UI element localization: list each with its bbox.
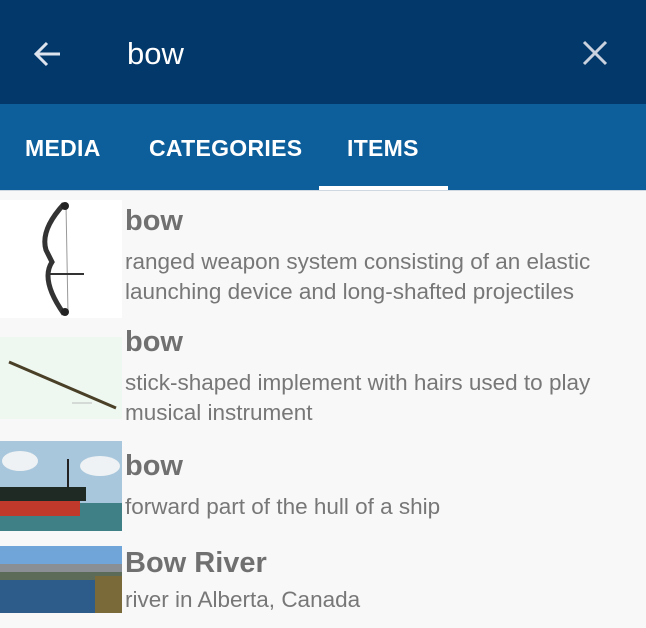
river-thumbnail bbox=[0, 546, 122, 613]
result-title: bow bbox=[125, 450, 183, 482]
search-input[interactable]: bow bbox=[127, 34, 184, 74]
ship-thumbnail bbox=[0, 441, 122, 531]
result-title: bow bbox=[125, 326, 183, 358]
violin-bow-thumbnail bbox=[0, 337, 122, 419]
list-item[interactable]: bow ranged weapon system consisting of a… bbox=[0, 191, 646, 326]
result-description: launching device and long-shafted projec… bbox=[125, 279, 575, 304]
tab-bar: MEDIA CATEGORIES ITEMS bbox=[0, 104, 646, 191]
result-description: musical instrument bbox=[125, 400, 313, 425]
arrow-left-icon[interactable] bbox=[30, 36, 66, 72]
list-item[interactable]: bow forward part of the hull of a ship bbox=[0, 438, 646, 543]
result-description: ranged weapon system consisting of an el… bbox=[125, 249, 591, 274]
result-description: forward part of the hull of a ship bbox=[125, 494, 441, 519]
result-description: river in Alberta, Canada bbox=[125, 587, 361, 612]
tab-categories[interactable]: CATEGORIES bbox=[149, 104, 302, 190]
result-title: Bow River bbox=[125, 547, 267, 579]
tab-media[interactable]: MEDIA bbox=[25, 104, 101, 190]
list-item[interactable]: bow stick-shaped implement with hairs us… bbox=[0, 326, 646, 438]
result-title: bow bbox=[125, 205, 183, 237]
close-icon[interactable] bbox=[578, 36, 612, 70]
compound-bow-thumbnail bbox=[0, 200, 122, 318]
tab-items[interactable]: ITEMS bbox=[347, 104, 419, 190]
result-description: stick-shaped implement with hairs used t… bbox=[125, 370, 591, 395]
results-list[interactable]: bow ranged weapon system consisting of a… bbox=[0, 191, 646, 628]
tab-indicator bbox=[319, 186, 448, 190]
list-item[interactable]: Bow River river in Alberta, Canada bbox=[0, 543, 646, 628]
search-toolbar: bow bbox=[0, 0, 646, 104]
